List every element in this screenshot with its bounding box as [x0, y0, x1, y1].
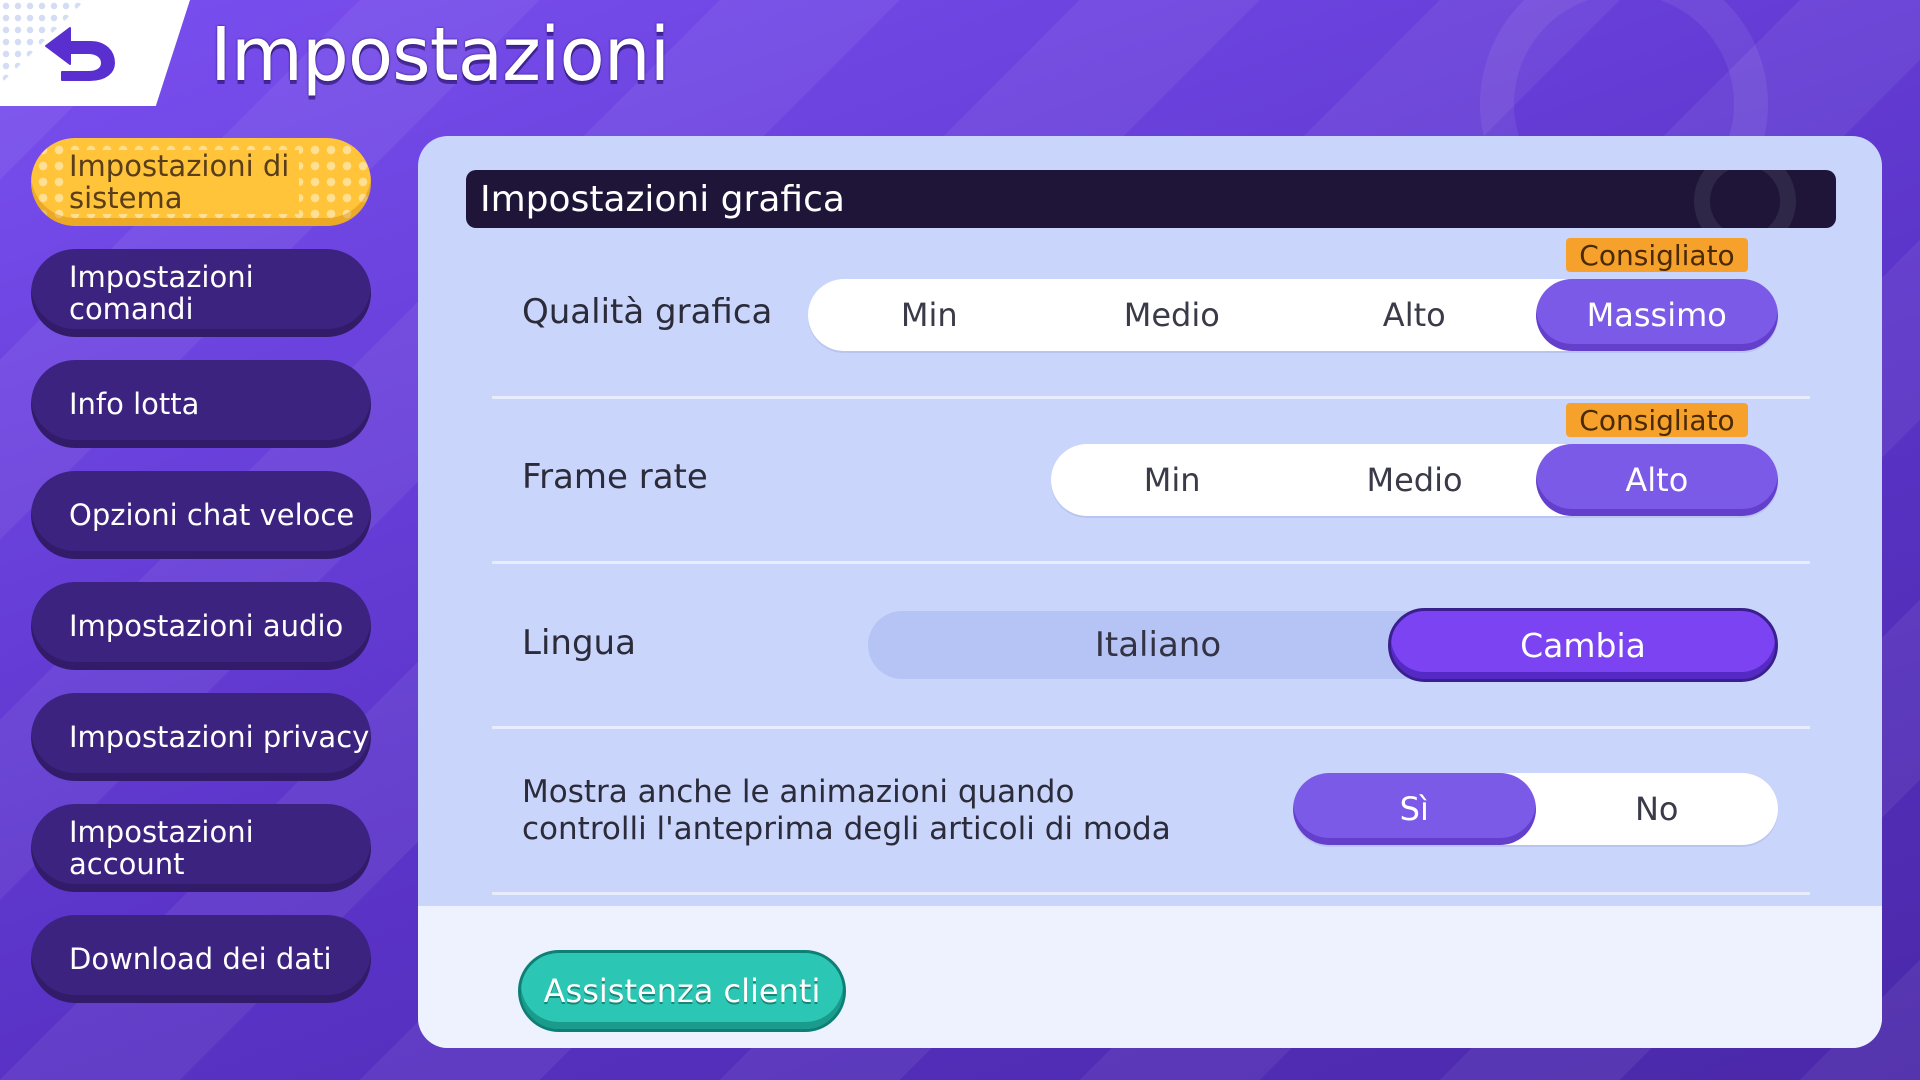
sidebar-item-system-settings[interactable]: Impostazioni di sistema	[31, 138, 371, 226]
frame-rate-option-min[interactable]: Min	[1051, 444, 1293, 516]
divider	[492, 561, 1810, 564]
frame-rate-option-medio[interactable]: Medio	[1293, 444, 1535, 516]
fashion-animations-toggle: Sì No	[1293, 773, 1778, 845]
sidebar-item-controls-settings[interactable]: Impostazioni comandi	[31, 249, 371, 337]
sidebar-item-label: Impostazioni comandi	[69, 260, 254, 326]
sidebar-item-label: Impostazioni privacy	[69, 720, 370, 754]
sidebar-item-label: Impostazioni audio	[69, 609, 344, 643]
graphics-quality-option-massimo[interactable]: Massimo	[1535, 279, 1778, 351]
graphics-quality-selector: Min Medio Alto Massimo	[808, 279, 1778, 351]
divider	[492, 726, 1810, 729]
frame-rate-option-alto[interactable]: Alto	[1535, 444, 1778, 516]
change-language-button[interactable]: Cambia	[1388, 608, 1778, 682]
graphics-quality-option-min[interactable]: Min	[808, 279, 1051, 351]
sidebar-item-quick-chat[interactable]: Opzioni chat veloce	[31, 471, 371, 559]
sidebar-item-label: Impostazioni di sistema	[69, 150, 299, 214]
sidebar-item-battle-info[interactable]: Info lotta	[31, 360, 371, 448]
sidebar-item-label: Info lotta	[69, 387, 200, 421]
language-label: Lingua	[522, 623, 636, 663]
header-decoration	[1694, 170, 1796, 228]
sidebar-item-data-download[interactable]: Download dei dati	[31, 915, 371, 1003]
fashion-animations-label: Mostra anche le animazioni quando contro…	[522, 774, 1171, 847]
recommended-badge: Consigliato	[1566, 403, 1748, 437]
graphics-quality-option-alto[interactable]: Alto	[1293, 279, 1536, 351]
sidebar-item-label: Impostazioni account	[69, 815, 254, 881]
frame-rate-label: Frame rate	[522, 457, 708, 497]
section-header: Impostazioni grafica	[466, 170, 1836, 228]
sidebar-item-privacy-settings[interactable]: Impostazioni privacy	[31, 693, 371, 781]
recommended-badge: Consigliato	[1566, 238, 1748, 272]
back-arrow-icon	[45, 27, 115, 81]
animations-option-no[interactable]: No	[1536, 773, 1779, 845]
customer-support-button[interactable]: Assistenza clienti	[518, 950, 846, 1032]
divider	[492, 396, 1810, 399]
settings-panel: Impostazioni grafica Consigliato Qualità…	[418, 136, 1882, 1048]
sidebar-item-audio-settings[interactable]: Impostazioni audio	[31, 582, 371, 670]
graphics-quality-label: Qualità grafica	[522, 292, 773, 332]
sidebar-item-account-settings[interactable]: Impostazioni account	[31, 804, 371, 892]
divider	[492, 892, 1810, 895]
section-title: Impostazioni grafica	[480, 178, 845, 220]
sidebar: Impostazioni di sistema Impostazioni com…	[31, 138, 371, 1026]
graphics-quality-option-medio[interactable]: Medio	[1051, 279, 1294, 351]
animations-option-yes[interactable]: Sì	[1293, 773, 1536, 845]
language-value: Italiano	[868, 611, 1448, 679]
frame-rate-selector: Min Medio Alto	[1051, 444, 1778, 516]
sidebar-item-label: Opzioni chat veloce	[69, 498, 355, 532]
page-title: Impostazioni	[210, 12, 670, 98]
sidebar-item-label: Download dei dati	[69, 942, 332, 976]
